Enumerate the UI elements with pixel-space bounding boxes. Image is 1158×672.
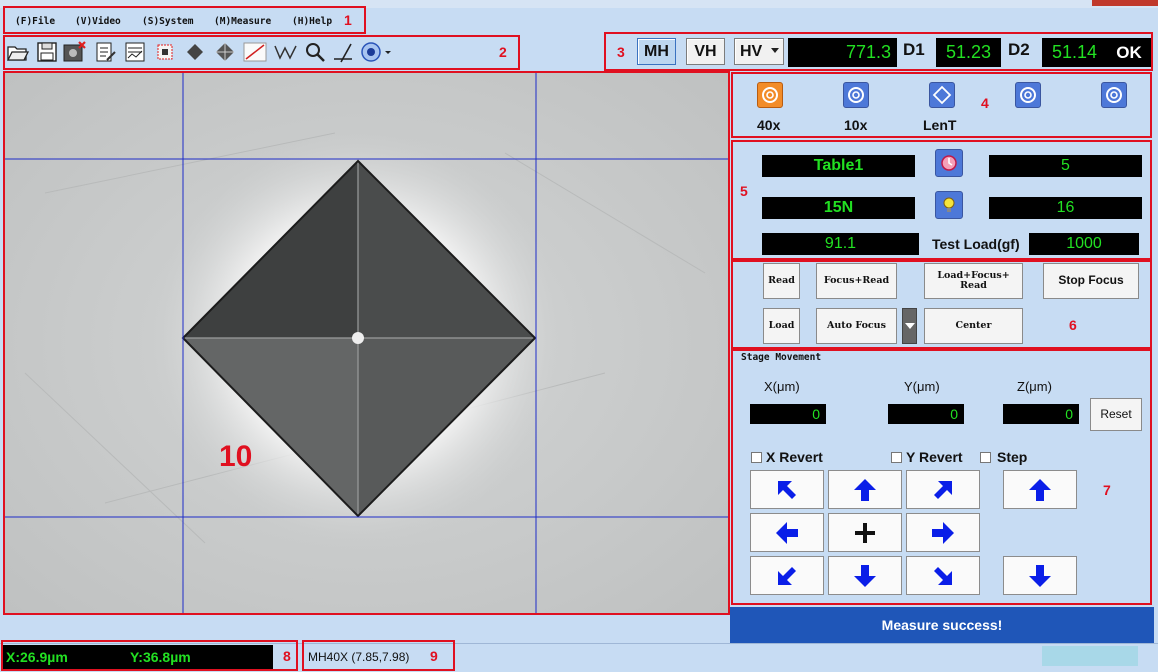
stop-focus-button[interactable]: Stop Focus — [1043, 263, 1139, 299]
y-revert-label: Y Revert — [906, 449, 963, 465]
load-focus-read-button[interactable]: Load+Focus+ Read — [924, 263, 1023, 299]
annotation-box-2 — [3, 35, 520, 70]
move-right-button[interactable] — [906, 513, 980, 552]
progress-indicator — [1042, 646, 1138, 666]
z-um-label: Z(μm) — [1017, 379, 1052, 394]
arrow-up-icon — [1029, 478, 1051, 501]
annotation-box-1 — [3, 6, 366, 34]
vh-mode-button[interactable]: VH — [686, 38, 725, 65]
step-label: Step — [997, 449, 1028, 465]
y-um-label: Y(μm) — [904, 379, 940, 394]
timer-icon[interactable] — [935, 149, 963, 177]
objective-10x-label: 10x — [844, 117, 868, 133]
status-ok-badge: OK — [1107, 38, 1151, 67]
annotation-number: 8 — [283, 648, 291, 664]
light-bulb-icon[interactable] — [935, 191, 963, 219]
focus-read-button[interactable]: Focus+Read — [816, 263, 897, 299]
dropdown-arrow-icon — [771, 48, 779, 53]
light-level-display: 16 — [989, 197, 1142, 219]
move-up-left-button[interactable] — [750, 470, 824, 509]
d1-value-display: 51.23 — [936, 38, 1001, 67]
arrow-up-left-icon — [778, 480, 796, 499]
plus-icon — [855, 522, 875, 543]
center-button[interactable]: Center — [924, 308, 1023, 344]
arrow-down-right-icon — [934, 566, 952, 585]
table-name-display: Table1 — [762, 155, 915, 177]
hardness-value-display: 771.3 — [788, 38, 897, 67]
d1-label: D1 — [903, 40, 925, 59]
arrow-up-right-icon — [934, 480, 952, 499]
auto-focus-dropdown[interactable] — [902, 308, 917, 344]
reset-button[interactable]: Reset — [1090, 398, 1142, 431]
read-button[interactable]: Read — [763, 263, 800, 299]
x-revert-label: X Revert — [766, 449, 823, 465]
stage-movement-title: Stage Movement — [741, 352, 822, 363]
z-down-button[interactable] — [1003, 556, 1077, 595]
chevron-down-icon — [904, 323, 915, 329]
objective-4-icon[interactable] — [1015, 82, 1041, 108]
objective-10x-icon[interactable] — [843, 82, 869, 108]
objective-40x-icon[interactable] — [757, 82, 783, 108]
arrow-down-icon — [854, 564, 876, 587]
auto-focus-button[interactable]: Auto Focus — [816, 308, 897, 344]
annotation-number: 7 — [1103, 482, 1111, 498]
arrow-left-icon — [776, 521, 798, 544]
move-up-button[interactable] — [828, 470, 902, 509]
x-position-display: 0 — [750, 404, 826, 424]
annotation-box-8 — [1, 640, 298, 671]
annotation-number: 5 — [740, 183, 748, 199]
move-down-left-button[interactable] — [750, 556, 824, 595]
objective-5-icon[interactable] — [1101, 82, 1127, 108]
annotation-number: 9 — [430, 648, 438, 664]
annotation-box-10 — [3, 71, 730, 615]
move-up-right-button[interactable] — [906, 470, 980, 509]
y-revert-checkbox[interactable] — [891, 452, 902, 463]
center-stage-button[interactable] — [828, 513, 902, 552]
dwell-time-display: 5 — [989, 155, 1142, 177]
d2-label: D2 — [1008, 40, 1030, 59]
y-position-display: 0 — [888, 404, 964, 424]
z-up-button[interactable] — [1003, 470, 1077, 509]
arrow-right-icon — [932, 521, 954, 544]
mh-mode-button[interactable]: MH — [637, 38, 676, 65]
load-button[interactable]: Load — [763, 308, 800, 344]
annotation-number: 6 — [1069, 317, 1077, 333]
z-position-display: 0 — [1003, 404, 1079, 424]
scale-select-value: HV — [740, 42, 763, 60]
annotation-number: 10 — [219, 440, 253, 473]
force-display: 15N — [762, 197, 915, 219]
move-down-right-button[interactable] — [906, 556, 980, 595]
move-left-button[interactable] — [750, 513, 824, 552]
arrow-up-icon — [854, 478, 876, 501]
annotation-number: 3 — [617, 44, 625, 60]
objective-40x-label: 40x — [757, 117, 781, 133]
step-checkbox[interactable] — [980, 452, 991, 463]
test-load-label: Test Load(gf) — [932, 236, 1020, 252]
diamond-indenter-icon[interactable] — [929, 82, 955, 108]
annotation-number: 2 — [499, 44, 507, 60]
d2-value-display: 51.14 — [1042, 38, 1107, 67]
scale-select[interactable]: HV — [734, 38, 784, 65]
x-um-label: X(μm) — [764, 379, 800, 394]
test-load-display: 1000 — [1029, 233, 1139, 255]
move-down-button[interactable] — [828, 556, 902, 595]
hardness-result-display: 91.1 — [762, 233, 919, 255]
lent-label: LenT — [923, 117, 957, 133]
x-revert-checkbox[interactable] — [751, 452, 762, 463]
window-controls[interactable] — [1062, 0, 1158, 6]
arrow-down-icon — [1029, 564, 1051, 587]
status-message-banner: Measure success! — [730, 607, 1154, 643]
annotation-number: 1 — [344, 12, 352, 28]
arrow-down-left-icon — [778, 566, 796, 585]
annotation-number: 4 — [981, 95, 989, 111]
